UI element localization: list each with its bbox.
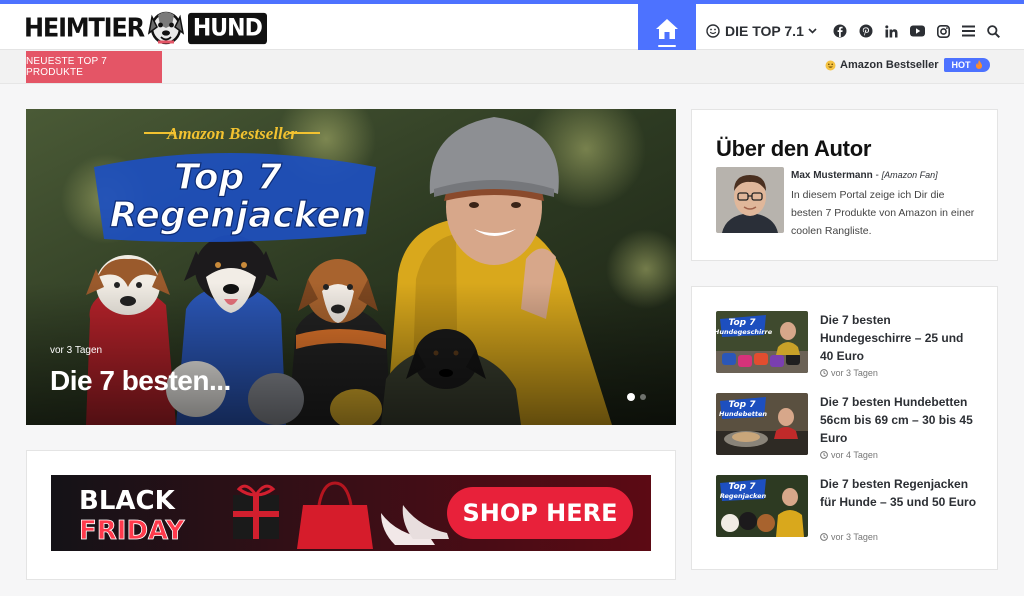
post-date: vor 3 Tagen <box>831 368 878 378</box>
post-meta: vor 3 Tagen <box>820 532 878 542</box>
search-icon[interactable] <box>987 24 1000 38</box>
logo-text-left: HEIMTIER <box>24 12 145 44</box>
thumb-line1: Top 7 <box>729 482 757 492</box>
post-item[interactable]: Top 7 Hundebetten Die 7 besten Hundebett… <box>716 393 986 463</box>
hot-badge: HOT <box>944 58 990 72</box>
site-logo[interactable]: HEIMTIER HUND <box>24 8 267 48</box>
post-meta: vor 4 Tagen <box>820 450 878 460</box>
hero-overlay-line2: Regenjacken <box>110 195 367 236</box>
pinterest-icon[interactable] <box>859 24 873 38</box>
author-avatar <box>716 167 784 233</box>
thumb-line2: Hundebetten <box>719 410 767 418</box>
nav-top7-label: DIE TOP 7.1 <box>725 23 804 39</box>
linkedin-icon[interactable] <box>885 24 898 38</box>
author-bio: In diesem Portal zeige ich Dir die beste… <box>791 189 975 237</box>
slider-dots <box>627 393 646 401</box>
menu-icon[interactable] <box>961 25 975 37</box>
author-name-line: Max Mustermann - [Amazon Fan] <box>791 170 938 181</box>
slider-dot-active[interactable] <box>627 393 635 401</box>
post-title[interactable]: Die 7 besten Regenjacken für Hunde – 35 … <box>820 475 978 511</box>
hero-title[interactable]: Die 7 besten... <box>50 365 231 397</box>
instagram-icon[interactable] <box>936 24 950 38</box>
black-friday-banner[interactable]: BLACK FRIDAY SHOP HERE <box>51 475 651 551</box>
site-header: HEIMTIER HUND DIE TOP 7.1 <box>0 4 1024 54</box>
hero-overlay-top: Amazon Bestseller <box>166 124 297 143</box>
post-thumbnail[interactable]: Top 7 Regenjacken <box>716 475 808 537</box>
fire-icon <box>975 60 983 69</box>
clock-icon <box>820 533 828 541</box>
post-date: vor 4 Tagen <box>831 450 878 460</box>
post-thumbnail[interactable]: Top 7 Hundegeschirre <box>716 311 808 373</box>
post-title[interactable]: Die 7 besten Hundebetten 56cm bis 69 cm … <box>820 393 978 447</box>
post-meta: vor 3 Tagen <box>820 368 878 378</box>
hot-badge-label: HOT <box>951 60 971 70</box>
ad-line2: FRIDAY <box>79 516 186 546</box>
post-thumbnail[interactable]: Top 7 Hundebetten <box>716 393 808 455</box>
main-nav: DIE TOP 7.1 <box>706 8 1000 54</box>
post-item[interactable]: Top 7 Hundegeschirre Die 7 besten Hundeg… <box>716 311 986 381</box>
chevron-down-icon <box>808 28 817 34</box>
thumb-line1: Top 7 <box>729 318 757 328</box>
thumb-line2: Regenjacken <box>720 492 767 500</box>
hero-overlay-line1: Top 7 <box>174 157 282 198</box>
nav-top7-menu[interactable]: DIE TOP 7.1 <box>706 23 817 39</box>
ad-widget: BLACK FRIDAY SHOP HERE <box>26 450 676 580</box>
author-separator: - <box>872 170 882 181</box>
logo-text-right: HUND <box>187 12 267 44</box>
hero-date: vor 3 Tagen <box>50 345 103 356</box>
grin-icon <box>825 60 836 70</box>
post-title[interactable]: Die 7 besten Hundegeschirre – 25 und 40 … <box>820 311 978 365</box>
breaking-label: NEUESTE TOP 7 PRODUKTE <box>26 51 162 83</box>
author-name[interactable]: Max Mustermann <box>791 170 873 181</box>
ad-cta: SHOP HERE <box>462 499 617 527</box>
ticker-item[interactable]: Amazon Bestseller HOT <box>825 58 990 72</box>
dog-logo-icon <box>147 11 184 45</box>
ticker-text: Amazon Bestseller <box>840 59 939 71</box>
youtube-icon[interactable] <box>909 25 925 37</box>
clock-icon <box>820 369 828 377</box>
author-role: [Amazon Fan] <box>881 170 938 180</box>
facebook-icon[interactable] <box>833 24 847 38</box>
smiley-icon <box>706 24 720 38</box>
thumb-line2: Hundegeschirre <box>716 328 773 336</box>
slider-dot[interactable] <box>640 394 646 400</box>
author-widget: Über den Autor Max Mustermann - [Amazon … <box>691 109 998 261</box>
ad-line1: BLACK <box>79 486 176 516</box>
thumb-line1: Top 7 <box>729 400 757 410</box>
clock-icon <box>820 451 828 459</box>
breaking-news-bar: NEUESTE TOP 7 PRODUKTE Amazon Bestseller… <box>0 50 1024 84</box>
recent-posts-widget: Top 7 Hundegeschirre Die 7 besten Hundeg… <box>691 286 998 570</box>
post-date: vor 3 Tagen <box>831 532 878 542</box>
home-icon <box>656 19 678 39</box>
featured-slider[interactable]: Amazon Bestseller Top 7 Regenjacken vor … <box>26 109 676 425</box>
post-item[interactable]: Top 7 Regenjacken Die 7 besten Regenjack… <box>716 475 986 545</box>
home-button[interactable] <box>638 4 696 54</box>
author-heading: Über den Autor <box>716 136 872 161</box>
